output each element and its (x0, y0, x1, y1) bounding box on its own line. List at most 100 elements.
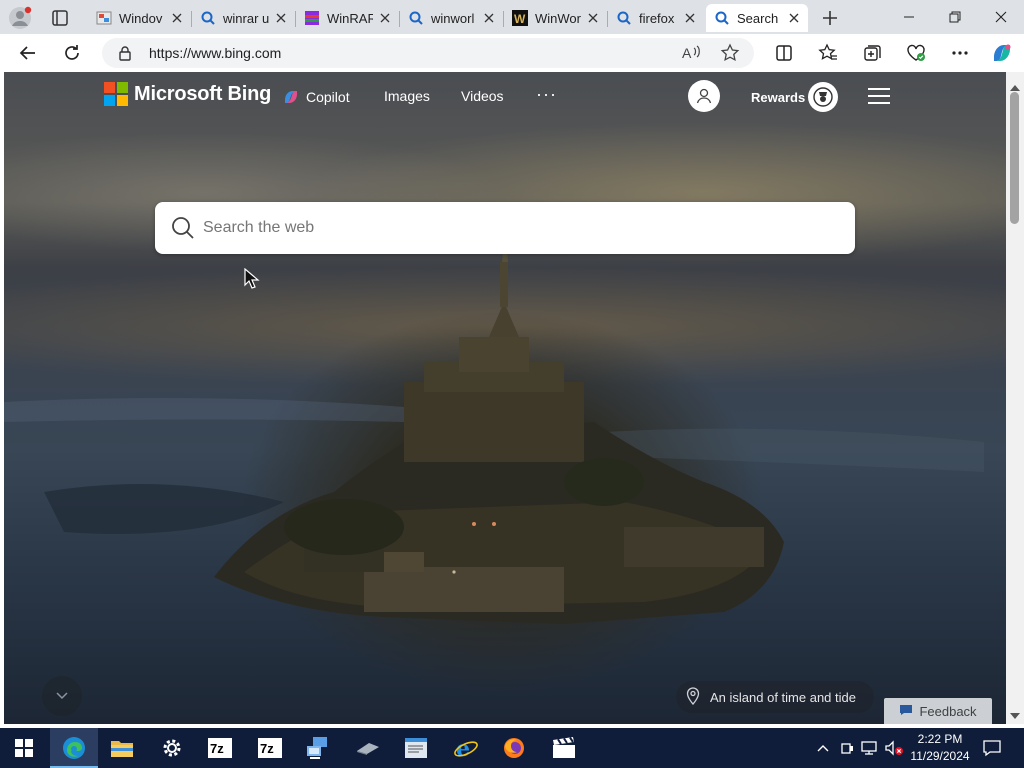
search-box[interactable] (155, 202, 855, 254)
microsoft-bing-logo[interactable]: Microsoft Bing (104, 82, 271, 106)
edge-icon[interactable] (50, 728, 98, 768)
collections-icon[interactable] (858, 39, 886, 67)
usb-drive-icon[interactable] (344, 728, 392, 768)
network-tray-icon[interactable] (858, 728, 882, 768)
refresh-icon[interactable] (58, 39, 86, 67)
tab-windows[interactable]: Windov (88, 4, 192, 32)
file-explorer-icon[interactable] (98, 728, 146, 768)
internet-explorer-icon[interactable]: e (442, 728, 490, 768)
more-options-icon[interactable] (946, 39, 974, 67)
search-icon[interactable] (171, 216, 195, 245)
usb-tray-icon[interactable] (836, 728, 858, 768)
firefox-icon[interactable] (490, 728, 538, 768)
notifications-icon[interactable] (978, 728, 1006, 768)
svg-text:7z: 7z (210, 741, 224, 756)
bing-header: Microsoft Bing Copilot Images Videos ···… (4, 72, 1006, 120)
scroll-down-arrow-icon[interactable] (1010, 706, 1020, 724)
search-favicon-icon (408, 10, 424, 26)
7zip-icon[interactable]: 7z (246, 728, 294, 768)
close-tab-icon[interactable] (585, 10, 601, 26)
close-window-icon[interactable] (978, 0, 1024, 34)
search-favicon-icon (616, 10, 632, 26)
read-aloud-icon[interactable]: A (682, 44, 702, 67)
split-screen-icon[interactable] (770, 39, 798, 67)
nav-videos-label: Videos (461, 88, 504, 104)
brand-name: Microsoft Bing (134, 82, 272, 105)
rewards-medal-icon[interactable] (808, 82, 838, 112)
scrollbar-thumb[interactable] (1010, 92, 1019, 224)
close-tab-icon[interactable] (682, 10, 698, 26)
clapper-icon[interactable] (540, 728, 588, 768)
feedback-button[interactable]: Feedback (884, 698, 992, 724)
image-favicon-icon (96, 10, 112, 26)
feedback-label: Feedback (919, 703, 977, 719)
close-tab-icon[interactable] (377, 10, 393, 26)
url-text[interactable]: https://www.bing.com (149, 45, 281, 61)
profile-avatar-icon[interactable] (8, 6, 32, 30)
search-input[interactable] (201, 213, 821, 243)
image-caption-text: An island of time and tide (710, 689, 856, 705)
volume-muted-icon[interactable] (882, 728, 906, 768)
address-bar[interactable]: https://www.bing.com A (102, 38, 754, 68)
tab-title: WinWor (535, 10, 581, 26)
tab-firefox-search[interactable]: firefox d (608, 4, 704, 32)
scroll-down-chevron-icon[interactable] (42, 676, 82, 716)
svg-text:W: W (514, 12, 526, 26)
search-favicon-icon (200, 10, 216, 26)
nav-more-icon[interactable]: ··· (536, 84, 557, 105)
network-app-icon[interactable] (294, 728, 342, 768)
close-tab-icon[interactable] (786, 10, 802, 26)
tab-title: Search (737, 10, 779, 26)
7zip-icon[interactable]: 7z (196, 728, 244, 768)
favorites-icon[interactable] (814, 39, 842, 67)
minimize-icon[interactable] (886, 0, 932, 34)
bing-homepage: Microsoft Bing Copilot Images Videos ···… (4, 72, 1006, 724)
nav-videos[interactable]: Videos (461, 88, 504, 104)
tab-search-active[interactable]: Search (706, 4, 808, 32)
back-arrow-icon[interactable] (14, 39, 42, 67)
rewards-label[interactable]: Rewards (751, 90, 805, 105)
browser-essentials-icon[interactable] (902, 39, 930, 67)
clock-date: 11/29/2024 (910, 749, 970, 763)
tab-title: Windov (119, 10, 163, 26)
copilot-icon[interactable] (988, 39, 1016, 67)
svg-text:A: A (682, 45, 692, 61)
winworld-favicon-icon: W (512, 10, 528, 26)
favorite-star-icon[interactable] (720, 43, 740, 68)
tab-winrar[interactable]: WinRAR (296, 4, 400, 32)
windows-taskbar: 7z 7z e 2:22 PM 11/29/2024 (0, 728, 1024, 768)
vertical-scrollbar[interactable] (1006, 72, 1024, 724)
menu-icon[interactable] (868, 88, 890, 104)
restore-icon[interactable] (932, 0, 978, 34)
image-caption[interactable]: An island of time and tide (676, 681, 874, 713)
settings-icon[interactable] (148, 728, 196, 768)
browser-toolbar: https://www.bing.com A (0, 34, 1024, 72)
microsoft-logo-icon (104, 82, 128, 106)
close-tab-icon[interactable] (273, 10, 289, 26)
close-tab-icon[interactable] (169, 10, 185, 26)
start-icon[interactable] (0, 728, 48, 768)
tab-title: winrar u (223, 10, 269, 26)
svg-text:7z: 7z (260, 741, 274, 756)
sign-in-user-icon[interactable] (688, 80, 720, 112)
nav-images[interactable]: Images (384, 88, 430, 104)
text-editor-icon[interactable] (392, 728, 440, 768)
mouse-cursor-icon (244, 267, 260, 295)
winrar-favicon-icon (304, 10, 320, 26)
show-hidden-icons-chevron-icon[interactable] (812, 728, 834, 768)
new-tab-icon[interactable] (818, 6, 842, 30)
lock-icon[interactable] (118, 45, 132, 66)
tab-title: WinRAR (327, 10, 373, 26)
tab-winworld[interactable]: W WinWor (504, 4, 608, 32)
nav-copilot[interactable]: Copilot (282, 88, 350, 106)
system-clock[interactable]: 2:22 PM 11/29/2024 (904, 731, 976, 765)
feedback-icon (899, 704, 913, 719)
tab-winworld-search[interactable]: winworl (400, 4, 504, 32)
tab-strip: Windov winrar u WinRAR winworl W WinWor … (0, 0, 1024, 34)
tab-winrar-search[interactable]: winrar u (192, 4, 296, 32)
tab-title: winworl (431, 10, 475, 26)
tab-title: firefox d (639, 10, 678, 26)
close-tab-icon[interactable] (481, 10, 497, 26)
location-pin-icon (686, 686, 700, 708)
tab-actions-icon[interactable] (46, 6, 74, 30)
